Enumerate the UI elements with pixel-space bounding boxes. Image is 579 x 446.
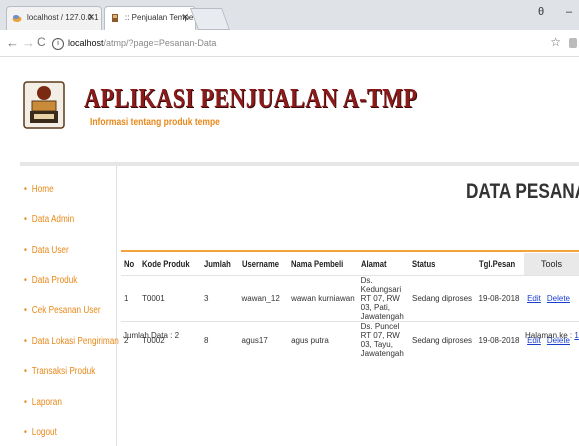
bullet-icon: • (24, 275, 27, 286)
cell-tgl-pesan: 19-08-2018 (475, 321, 525, 358)
edit-link[interactable]: Edit (527, 294, 541, 303)
cell-jumlah: 3 (201, 275, 239, 322)
extension-icon[interactable] (569, 38, 577, 48)
cell-alamat: Ds. Puncel RT 07, RW 03, Tayu, Jawatenga… (357, 321, 410, 358)
page-label: Halaman ke : (525, 331, 573, 340)
new-tab-button[interactable] (189, 8, 231, 30)
sidebar-item-label: Data Lokasi Pengiriman (31, 336, 119, 347)
profile-icon[interactable]: θ (538, 6, 544, 18)
delete-link[interactable]: Delete (547, 294, 570, 303)
column-header-alamat: Alamat (360, 259, 387, 269)
bullet-icon: • (24, 397, 27, 408)
bullet-icon: • (24, 214, 27, 225)
cell-tools: Edit Delete (524, 275, 579, 322)
column-header-tgl-pesan: Tgl.Pesan (478, 259, 515, 269)
site-title: APLIKASI PENJUALAN A-TMP (84, 83, 418, 113)
bullet-icon: • (24, 305, 27, 316)
column-header-nama-pembeli: Nama Pembeli (291, 259, 344, 269)
cell-kode-produk: T0001 (139, 275, 202, 322)
column-header-tools: Tools (524, 253, 579, 276)
sidebar-item-transaksi[interactable]: • Transaksi Produk (24, 366, 95, 377)
reload-icon[interactable]: C (37, 35, 46, 49)
close-icon[interactable]: ✕ (87, 12, 95, 23)
cell-nama-pembeli: agus putra (288, 321, 358, 358)
sidebar-item-label: Laporan (31, 397, 62, 408)
bullet-icon: • (24, 366, 27, 377)
sidebar-item-label: Transaksi Produk (31, 366, 96, 377)
column-header-no: No (124, 259, 135, 269)
browser-tab-strip: localhost / 127.0.0.1 / p... ✕ :: Penjua… (0, 0, 579, 30)
browser-toolbar: ← → C i localhost/atmp/?page=Pesanan-Data… (0, 30, 579, 57)
sidebar-item-logout[interactable]: • Logout (24, 427, 57, 438)
page-link[interactable]: 1 (574, 331, 578, 340)
page-title: DATA PESANAN (466, 180, 579, 203)
cell-username: agus17 (238, 321, 289, 358)
info-icon[interactable]: i (52, 37, 64, 50)
url-path: /atmp/?page=Pesanan-Data (103, 38, 217, 48)
pagination: Halaman ke : 1 (525, 331, 579, 340)
bullet-icon: • (24, 336, 27, 347)
bullet-icon: • (24, 184, 27, 195)
table-row: 1 T0001 3 wawan_12 wawan kurniawan Ds. K… (121, 275, 579, 322)
cell-nama-pembeli: wawan kurniawan (288, 275, 358, 322)
column-header-jumlah: Jumlah (204, 259, 231, 269)
bookmark-star-icon[interactable]: ☆ (550, 35, 561, 49)
browser-tab-penjualan[interactable]: :: Penjualan Tempe :: ✕ (104, 6, 196, 30)
sidebar-item-label: Home (31, 184, 54, 195)
browser-tab-phpmyadmin[interactable]: localhost / 127.0.0.1 / p... ✕ (6, 6, 102, 30)
logo-icon (23, 81, 65, 129)
phpmyadmin-icon (12, 15, 22, 22)
cell-no: 1 (121, 275, 139, 322)
minimize-icon[interactable]: – (566, 6, 572, 18)
address-bar[interactable]: i localhost/atmp/?page=Pesanan-Data (52, 33, 552, 53)
bullet-icon: • (24, 245, 27, 256)
sidebar-item-label: Cek Pesanan User (31, 305, 101, 316)
cell-status: Sedang diproses (409, 321, 476, 358)
table-header-row: No Kode Produk Jumlah Username Nama Pemb… (121, 253, 579, 276)
sidebar-item-data-lokasi[interactable]: • Data Lokasi Pengiriman (24, 336, 119, 347)
column-header-username: Username (241, 259, 279, 269)
table-row: 2 T0002 8 agus17 agus putra Ds. Puncel R… (121, 321, 579, 358)
column-header-kode-produk: Kode Produk (142, 259, 190, 269)
bullet-icon: • (24, 427, 27, 438)
sidebar-item-cek-pesanan[interactable]: • Cek Pesanan User (24, 305, 101, 316)
cell-alamat: Ds. Kedungsari RT 07, RW 03, Pati, Jawat… (357, 275, 410, 322)
back-icon[interactable]: ← (6, 35, 19, 50)
cell-jumlah: 8 (201, 321, 239, 358)
site-header: APLIKASI PENJUALAN A-TMP Informasi tenta… (0, 57, 579, 157)
sidebar-item-home[interactable]: • Home (24, 184, 54, 195)
cell-tgl-pesan: 19-08-2018 (475, 275, 525, 322)
url-host: localhost (68, 38, 104, 48)
forward-icon[interactable]: → (22, 35, 35, 50)
sidebar-item-data-produk[interactable]: • Data Produk (24, 275, 77, 286)
sidebar-item-label: Logout (31, 427, 57, 438)
sidebar-item-label: Data Admin (31, 214, 75, 225)
orders-table: No Kode Produk Jumlah Username Nama Pemb… (121, 253, 579, 358)
table-top-border (121, 250, 579, 252)
sidebar-item-laporan[interactable]: • Laporan (24, 397, 62, 408)
sidebar-item-label: Data User (31, 245, 69, 256)
favicon-icon (112, 14, 118, 22)
sidebar-item-label: Data Produk (31, 275, 78, 286)
close-icon[interactable]: ✕ (181, 12, 189, 23)
column-header-status: Status (412, 259, 436, 269)
sidebar-item-data-user[interactable]: • Data User (24, 245, 69, 256)
sidebar: • Home • Data Admin • Data User • Data Produ… (20, 166, 119, 446)
sidebar-item-data-admin[interactable]: • Data Admin (24, 214, 74, 225)
cell-status: Sedang diproses (409, 275, 476, 322)
total-data-label: Jumlah Data : 2 (123, 331, 180, 340)
cell-username: wawan_12 (238, 275, 289, 322)
site-subtitle: Informasi tentang produk tempe (90, 117, 220, 128)
